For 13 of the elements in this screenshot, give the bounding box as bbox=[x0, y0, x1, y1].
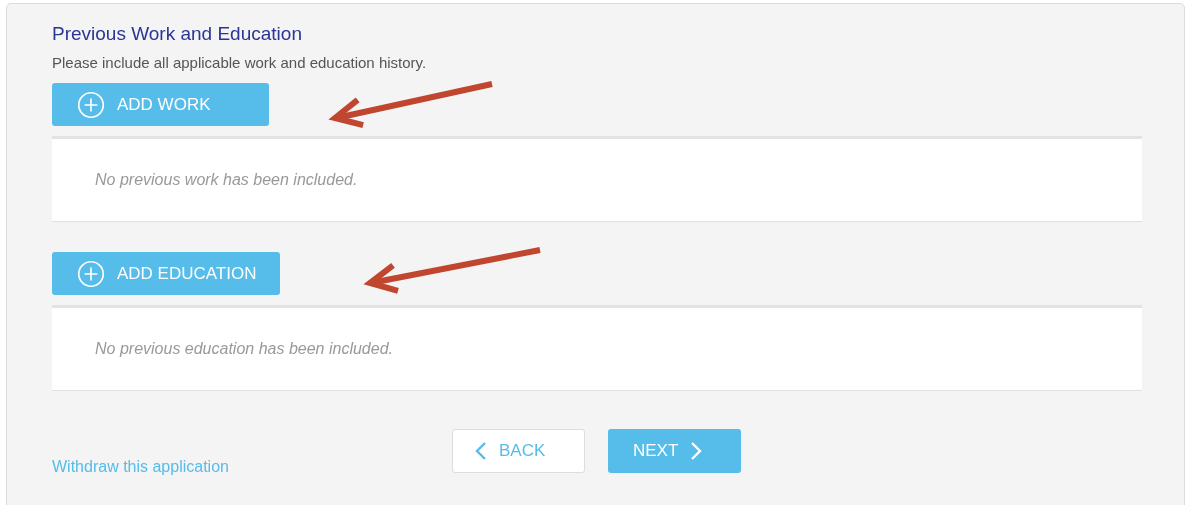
section-title: Previous Work and Education bbox=[52, 22, 303, 46]
instruction-text: Please include all applicable work and education history. bbox=[52, 54, 428, 72]
next-button[interactable]: NEXT bbox=[608, 429, 741, 473]
back-button[interactable]: BACK bbox=[452, 429, 585, 473]
add-button[interactable]: ADD WORK bbox=[52, 83, 269, 126]
empty-message: No previous education has been included. bbox=[95, 340, 393, 358]
chevron-left-icon bbox=[475, 441, 487, 461]
plus-circle-icon bbox=[77, 259, 105, 288]
chevron-right-icon bbox=[690, 441, 703, 461]
add-button[interactable]: ADD EDUCATION bbox=[52, 252, 281, 295]
plus-circle-icon bbox=[77, 90, 105, 119]
empty-message: No previous work has been included. bbox=[95, 171, 358, 189]
withdraw-link[interactable]: Withdraw this application bbox=[52, 458, 229, 476]
